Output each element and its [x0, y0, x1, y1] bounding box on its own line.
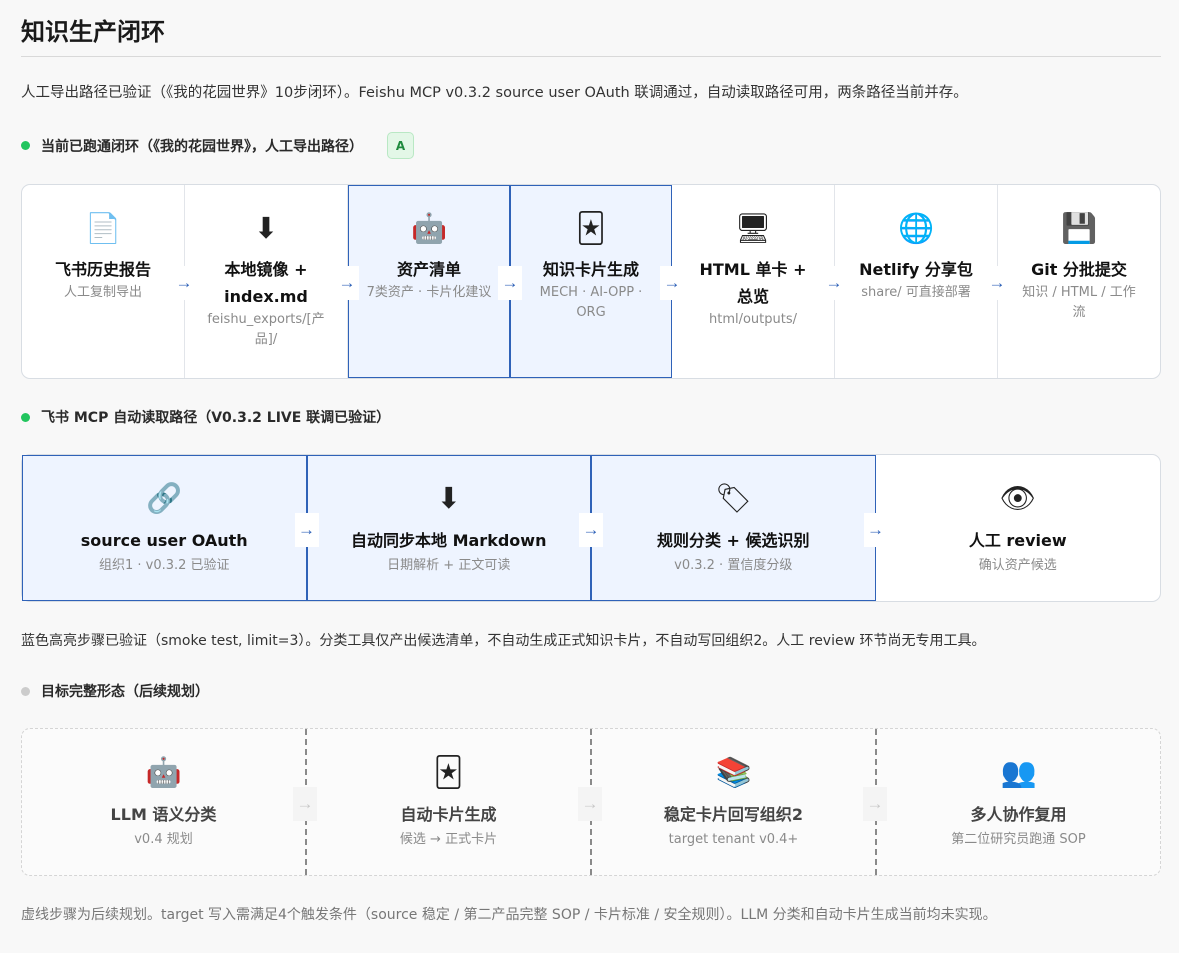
- flow-step: 🏷 规则分类 + 候选识别 v0.3.2 · 置信度分级 →: [591, 455, 888, 601]
- download-icon: ⬇: [436, 482, 461, 515]
- section-label: 目标完整形态（后续规划）: [41, 684, 209, 700]
- arrow-right-icon: →: [498, 266, 522, 300]
- flow-step: ⬇ 自动同步本地 Markdown 日期解析 + 正文可读 →: [306, 455, 603, 601]
- step-subtitle: 知识 / HTML / 工作流: [1022, 285, 1136, 320]
- step-subtitle: share/ 可直接部署: [861, 285, 971, 300]
- step-subtitle: 日期解析 + 正文可读: [387, 558, 511, 573]
- eye-icon: 👁: [999, 482, 1037, 515]
- step-title: 飞书历史报告: [54, 260, 151, 279]
- step-title: 人工 review: [968, 531, 1067, 550]
- arrow-right-icon: →: [660, 266, 684, 300]
- flow-step: 🤖 LLM 语义分类 v0.4 规划 →: [22, 729, 317, 875]
- target-flow: 🤖 LLM 语义分类 v0.4 规划 → 🃏 自动卡片生成候选 → 正式卡片 → 📚 稳定卡片回…: [21, 728, 1161, 876]
- section-label: 当前已跑通闭环（《我的花园世界》，人工导出路径）: [41, 138, 363, 155]
- arrow-right-icon: →: [579, 513, 603, 547]
- card-icon: 🃏: [433, 756, 464, 789]
- card-icon: 🃏: [576, 212, 606, 245]
- flow-step: 👁 人工 review 确认资产候选: [876, 455, 1161, 601]
- flow-step: 👥 多人协作复用第二位研究员跑通 SOP: [877, 729, 1160, 875]
- flow-step: 📄 飞书历史报告人工复制导出 →: [22, 185, 196, 378]
- arrow-right-icon: →: [863, 787, 887, 821]
- step-title: Git 分批提交: [1031, 260, 1127, 279]
- arrow-right-icon: →: [578, 787, 602, 821]
- step-title: 稳定卡片回写组织2: [663, 805, 804, 824]
- books-icon: 📚: [715, 756, 752, 789]
- step-subtitle: 7类资产 · 卡片化建议: [366, 285, 492, 300]
- monitor-icon: 🖥: [734, 212, 772, 245]
- step-title: 本地镜像 + index.md: [224, 260, 308, 306]
- step-title: 多人协作复用: [970, 805, 1067, 824]
- status-dot-live: [21, 141, 30, 150]
- arrow-right-icon: →: [293, 787, 317, 821]
- page-title: 知识生产闭环: [21, 18, 165, 46]
- title-divider: [21, 56, 1161, 57]
- current-loop-flow: 📄 飞书历史报告人工复制导出 → ⬇ 本地镜像 + index.md feishu_exp…: [21, 184, 1161, 379]
- globe-icon: 🌐: [897, 212, 935, 245]
- step-subtitle: target tenant v0.4+: [668, 832, 799, 847]
- arrow-right-icon: →: [863, 513, 888, 547]
- document-icon: 📄: [84, 212, 122, 245]
- arrow-right-icon: →: [822, 266, 846, 300]
- flow-step: 🌐 Netlify 分享包 share/ 可直接部署 →: [835, 185, 1009, 378]
- tag-icon: 🏷: [714, 482, 752, 515]
- robot-icon: 🤖: [410, 212, 448, 245]
- flow-step: 🖥 HTML 单卡 + 总览 html/outputs/ →: [672, 185, 846, 378]
- step-title: 自动同步本地 Markdown: [351, 531, 547, 550]
- flow-step: 🃏 知识卡片生成 MECH · AI-OPP · ORG →: [510, 185, 684, 378]
- step-subtitle: 第二位研究员跑通 SOP: [951, 832, 1086, 847]
- status-badge: A: [387, 132, 414, 159]
- target-note: 虚线步骤为后续规划。target 写入需满足4个触发条件（source 稳定 /…: [21, 907, 997, 923]
- step-title: LLM 语义分类: [110, 805, 217, 824]
- step-title: 自动卡片生成: [400, 805, 497, 824]
- step-subtitle: feishu_exports/[产品]/: [207, 312, 325, 347]
- floppy-disk-icon: 💾: [1060, 212, 1098, 245]
- section-mcp-path-header: 飞书 MCP 自动读取路径（V0.3.2 LIVE 联调已验证）: [21, 407, 390, 427]
- step-title: source user OAuth: [80, 531, 248, 550]
- step-title: HTML 单卡 + 总览: [699, 260, 807, 306]
- arrow-right-icon: →: [294, 513, 319, 547]
- step-subtitle: v0.4 规划: [134, 832, 193, 847]
- step-subtitle: 人工复制导出: [63, 285, 142, 300]
- section-current-loop-header: 当前已跑通闭环（《我的花园世界》，人工导出路径） A: [21, 132, 414, 159]
- flow-step: 💾 Git 分批提交知识 / HTML / 工作流: [998, 185, 1160, 378]
- section-target-header: 目标完整形态（后续规划）: [21, 681, 209, 701]
- mcp-path-note: 蓝色高亮步骤已验证（smoke test, limit=3）。分类工具仅产出候选…: [21, 633, 986, 649]
- mcp-path-flow: 🔗 source user OAuth 组织1 · v0.3.2 已验证 → ⬇ 自动同步…: [21, 454, 1161, 602]
- step-subtitle: 候选 → 正式卡片: [399, 832, 498, 847]
- step-subtitle: 确认资产候选: [978, 558, 1057, 573]
- step-title: 规则分类 + 候选识别: [656, 531, 810, 550]
- step-subtitle: v0.3.2 · 置信度分级: [674, 558, 793, 573]
- step-subtitle: html/outputs/: [708, 312, 798, 327]
- step-subtitle: MECH · AI-OPP · ORG: [539, 285, 643, 320]
- flow-step: ⬇ 本地镜像 + index.md feishu_exports/[产品]/ →: [185, 185, 359, 378]
- flow-step: 🤖 资产清单 7类资产 · 卡片化建议 →: [348, 185, 522, 378]
- step-title: 资产清单: [396, 260, 461, 279]
- arrow-right-icon: →: [172, 266, 196, 300]
- status-dot-planned: [21, 686, 30, 696]
- step-title: Netlify 分享包: [859, 260, 973, 279]
- people-icon: 👥: [1000, 756, 1037, 789]
- flow-step: 🃏 自动卡片生成候选 → 正式卡片 →: [307, 729, 602, 875]
- robot-icon: 🤖: [145, 756, 182, 789]
- link-icon: 🔗: [146, 482, 183, 515]
- lead-text: 人工导出路径已验证（《我的花园世界》10步闭环）。Feishu MCP v0.3…: [21, 85, 968, 101]
- step-subtitle: 组织1 · v0.3.2 已验证: [98, 558, 230, 573]
- arrow-right-icon: →: [985, 266, 1009, 300]
- arrow-right-icon: →: [335, 266, 359, 300]
- section-label: 飞书 MCP 自动读取路径（V0.3.2 LIVE 联调已验证）: [41, 410, 391, 426]
- step-title: 知识卡片生成: [542, 260, 639, 279]
- download-icon: ⬇: [253, 212, 279, 245]
- flow-step: 📚 稳定卡片回写组织2 target tenant v0.4+ →: [592, 729, 887, 875]
- status-dot-live: [21, 412, 30, 422]
- flow-step: 🔗 source user OAuth 组织1 · v0.3.2 已验证 →: [22, 455, 319, 601]
